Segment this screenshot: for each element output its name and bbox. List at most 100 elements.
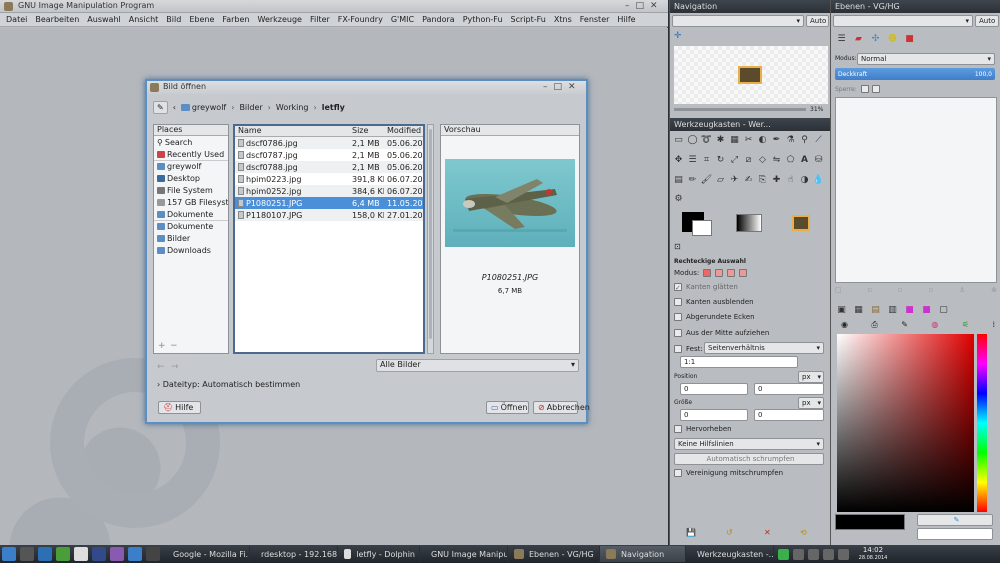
position-unit-select[interactable]: px ▾: [798, 371, 824, 383]
update-check-icon[interactable]: [778, 548, 789, 560]
volume-tray-icon[interactable]: [823, 548, 834, 560]
picker-selector-icon[interactable]: ⁞: [992, 320, 995, 330]
color-picker-tool-icon[interactable]: ⚗: [784, 134, 797, 147]
highlight-option[interactable]: Hervorheben: [670, 422, 732, 435]
clone-tool-icon[interactable]: ⎘: [756, 174, 769, 187]
navigation-preview[interactable]: [674, 46, 828, 104]
column-size[interactable]: Size: [349, 126, 384, 136]
file-row[interactable]: dscf0787.jpg 2,1 MB 05.06.2006: [235, 149, 423, 161]
place-dokumente-bookmark[interactable]: Dokumente: [154, 220, 228, 232]
save-options-icon[interactable]: 💾: [686, 528, 696, 537]
layers-mode-select[interactable]: Normal ▾: [857, 53, 995, 65]
add-bookmark-icon[interactable]: +: [158, 341, 166, 351]
gegl-tool-icon[interactable]: ⚙: [672, 193, 685, 206]
place-filesystem-157gb[interactable]: 157 GB Filesyst...: [154, 196, 228, 208]
menu-bearbeiten[interactable]: Bearbeiten: [35, 15, 79, 24]
task-layers[interactable]: Ebenen - VG/HG: [508, 546, 600, 562]
menu-python-fu[interactable]: Python-Fu: [463, 15, 503, 24]
layers-list[interactable]: [835, 97, 997, 283]
column-modified[interactable]: Modified: [384, 126, 423, 136]
ink-tool-icon[interactable]: ✍: [742, 174, 755, 187]
open-button[interactable]: ▭ Öffnen: [486, 401, 529, 414]
position-x-input[interactable]: 0: [680, 383, 748, 395]
new-layer-icon[interactable]: □: [835, 286, 842, 294]
menu-xtns[interactable]: Xtns: [554, 15, 572, 24]
help-button[interactable]: ⛑ Hilfe: [158, 401, 201, 414]
place-search[interactable]: ⚲ Search: [154, 136, 228, 148]
blend-tool-icon[interactable]: ▤: [672, 174, 685, 187]
brush-preset-icon[interactable]: ▣: [835, 304, 848, 317]
brush-pattern-preview[interactable]: [736, 214, 762, 232]
file-list-scrollbar[interactable]: [427, 124, 434, 354]
place-recently-used[interactable]: Recently Used: [154, 148, 228, 160]
crumb-greywolf[interactable]: greywolf: [180, 103, 226, 112]
dialog-maximize-icon[interactable]: □: [554, 82, 563, 92]
menu-fenster[interactable]: Fenster: [580, 15, 610, 24]
layers-image-select[interactable]: ▾: [833, 15, 973, 27]
restore-options-icon[interactable]: ↺: [726, 528, 733, 537]
cmyk-selector-icon[interactable]: ⎙: [871, 320, 877, 330]
gimp-selector-icon[interactable]: ◉: [841, 320, 848, 330]
toolbox-title-bar[interactable]: Werkzeugkasten - Wer...: [670, 118, 830, 131]
feather-option[interactable]: Kanten ausblenden: [670, 295, 754, 308]
wheel-selector-icon[interactable]: ◍: [931, 320, 938, 330]
menu-farben[interactable]: Farben: [222, 15, 249, 24]
file-row-selected[interactable]: P1080251.JPG 6,4 MB 11.05.2012: [235, 197, 423, 209]
list-back-icon[interactable]: ←: [157, 362, 165, 372]
notifications-tray-icon[interactable]: [838, 548, 849, 560]
hue-strip[interactable]: [977, 334, 987, 512]
edit-path-icon[interactable]: ✎: [153, 100, 168, 114]
raise-layer-icon[interactable]: ▫: [867, 286, 872, 294]
scales-selector-icon[interactable]: ⚟: [962, 320, 969, 330]
menu-auswahl[interactable]: Auswahl: [87, 15, 120, 24]
column-name[interactable]: Name: [235, 126, 349, 136]
kde-menu-icon[interactable]: [2, 547, 16, 561]
fixed-mode-select[interactable]: Seitenverhältnis ▾: [704, 342, 824, 354]
save-icon[interactable]: [92, 547, 106, 561]
brushes-tab-icon[interactable]: ■: [903, 33, 916, 46]
clock[interactable]: 14:02 28.08.2014: [851, 546, 895, 562]
zoom-tool-icon[interactable]: ⚲: [798, 134, 811, 147]
paths-tool-icon[interactable]: ✒: [770, 134, 783, 147]
dialog-minimize-icon[interactable]: –: [543, 82, 548, 92]
position-y-input[interactable]: 0: [754, 383, 824, 395]
mode-add-icon[interactable]: [715, 268, 724, 277]
layers-title-bar[interactable]: Ebenen - VG/HG: [831, 0, 1000, 13]
pencil-tool-icon[interactable]: ✏: [686, 174, 699, 187]
menu-ebene[interactable]: Ebene: [189, 15, 214, 24]
color-select-tool-icon[interactable]: ▦: [728, 134, 741, 147]
colors-tab-icon[interactable]: ■: [920, 304, 933, 317]
rect-select-tool-icon[interactable]: ▭: [672, 134, 685, 147]
file-filter-select[interactable]: Alle Bilder ▾: [376, 359, 579, 372]
file-row[interactable]: dscf0788.jpg 2,1 MB 05.06.2006: [235, 161, 423, 173]
crumb-letfly[interactable]: letfly: [322, 103, 345, 112]
menu-pandora[interactable]: Pandora: [422, 15, 455, 24]
eraser-tool-icon[interactable]: ▱: [714, 174, 727, 187]
size-width-input[interactable]: 0: [680, 409, 748, 421]
pager-icon[interactable]: [146, 547, 160, 561]
crop-tool-icon[interactable]: ⌗: [700, 154, 713, 167]
menu-script-fu[interactable]: Script-Fu: [511, 15, 546, 24]
file-row[interactable]: P1180107.JPG 158,0 KB27.01.2010: [235, 209, 423, 221]
hex-color-input[interactable]: [917, 528, 993, 540]
minimize-icon[interactable]: –: [625, 1, 630, 11]
file-row[interactable]: hpim0223.jpg 391,8 KB06.07.2007: [235, 173, 423, 185]
delete-options-icon[interactable]: ✕: [764, 528, 771, 537]
foreground-select-tool-icon[interactable]: ◐: [756, 134, 769, 147]
fuzzy-select-tool-icon[interactable]: ✱: [714, 134, 727, 147]
paths-tab-icon[interactable]: ✣: [869, 33, 882, 46]
cage-tool-icon[interactable]: ⬠: [784, 154, 797, 167]
navigation-image-select[interactable]: ▾: [672, 15, 804, 27]
dialog-title-bar[interactable]: Bild öffnen – □ ✕: [147, 81, 586, 94]
crumb-back-icon[interactable]: ‹: [173, 103, 176, 112]
rounded-corners-option[interactable]: Abgerundete Ecken: [670, 310, 755, 323]
heal-tool-icon[interactable]: ✚: [770, 174, 783, 187]
list-forward-icon[interactable]: →: [171, 362, 179, 372]
menu-gmic[interactable]: G'MIC: [391, 15, 414, 24]
task-firefox[interactable]: Google - Mozilla Fi...: [162, 546, 250, 562]
menu-filter[interactable]: Filter: [310, 15, 330, 24]
menu-bild[interactable]: Bild: [166, 15, 181, 24]
gimp-title-bar[interactable]: GNU Image Manipulation Program – □ ✕: [0, 0, 668, 13]
text-tool-icon[interactable]: A: [798, 154, 811, 167]
channels-tab-icon[interactable]: ▰: [852, 33, 865, 46]
